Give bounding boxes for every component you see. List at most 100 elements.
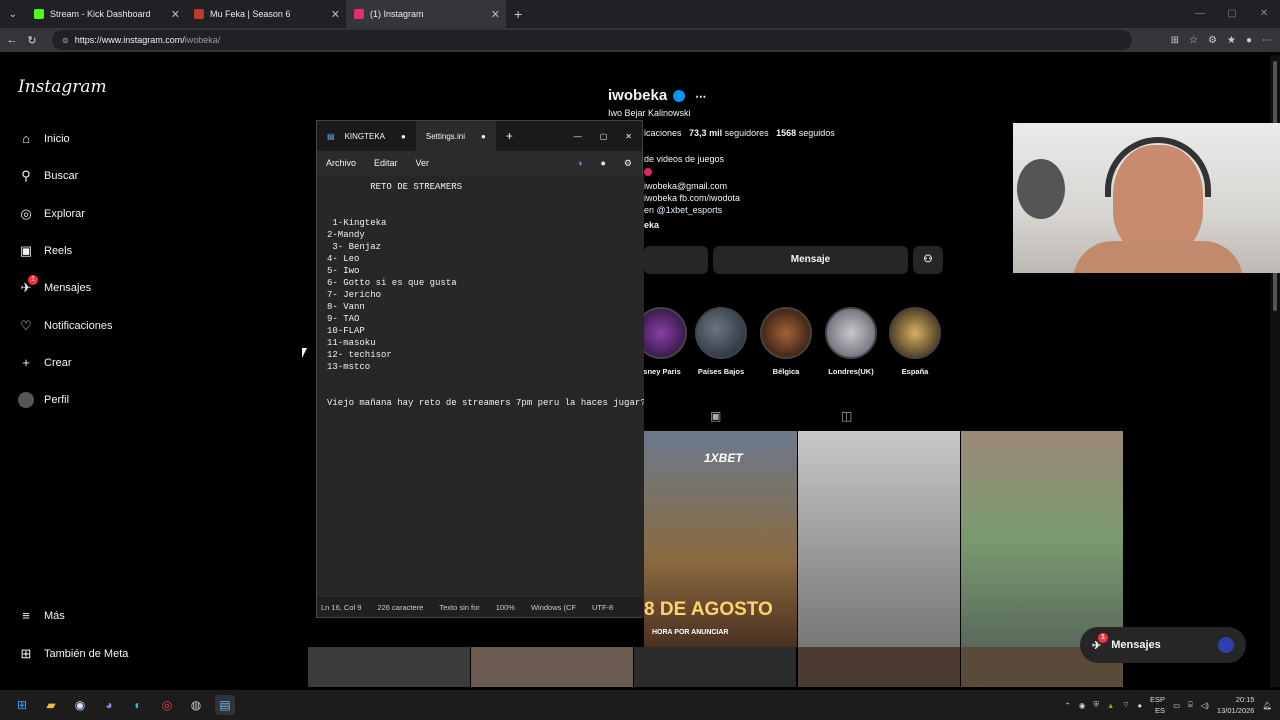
notepad-minimize-icon[interactable]: — [574,132,582,141]
highlight-belgica[interactable]: Bélgica [759,307,813,376]
nav-crear[interactable]: + Crear [18,355,71,371]
follow-button[interactable] [644,246,708,274]
post-costumes[interactable] [961,431,1123,647]
nav-mas[interactable]: ≡ Más [18,608,65,624]
app-icon[interactable]: ⊞ [1171,35,1179,46]
heart-icon: ♡ [20,318,32,333]
new-tab-icon[interactable]: + [514,6,522,22]
messages-floating-button[interactable]: ✈ 1 Mensajes [1080,627,1246,663]
notepad-taskbar-icon[interactable]: ▤ [215,695,235,715]
following-count[interactable]: 1568 [776,128,796,138]
notepad-tab-settings[interactable]: Settings.ini ● [415,121,496,151]
monitor-icon[interactable]: ▭ [1173,701,1180,710]
nav-mensajes[interactable]: ✈ 1 Mensajes [18,275,91,296]
favorites-icon[interactable]: ★ [1227,35,1236,46]
tray-mic-icon[interactable]: ● [1138,701,1143,710]
status-line-endings[interactable]: Windows (CF [531,603,576,612]
clock[interactable]: 20:15 13/01/2026 [1217,694,1255,716]
instagram-logo[interactable]: Instagram [18,77,107,97]
tab-instagram[interactable]: (1) Instagram ✕ [346,0,506,28]
followers-count[interactable]: 73,3 mil [689,128,722,138]
menu-archivo[interactable]: Archivo [326,158,356,168]
highlight-londres[interactable]: Londres(UK) [824,307,878,376]
file-explorer-icon[interactable]: ▰ [41,695,61,715]
edge-icon[interactable]: ◐ [128,695,148,715]
post-boxing-poster[interactable]: 1XBET 8 DE AGOSTO HORA POR ANUNCIAR [644,431,797,647]
tab-mu-feka[interactable]: Mu Feka | Season 6 ✕ [186,0,346,28]
menu-dots-icon[interactable]: ⋯ [1262,35,1272,46]
tray-app-icon[interactable]: ◉ [1079,701,1086,710]
tray-overflow-icon[interactable]: ⌃ [1065,701,1071,710]
windows-start-icon[interactable]: ⊞ [12,695,32,715]
tab-kick-dashboard[interactable]: Stream - Kick Dashboard ✕ [26,0,186,28]
nav-meta[interactable]: ⊞ También de Meta [18,646,129,662]
tab-list-chevron-icon[interactable]: ⌄ [0,9,26,20]
suggest-person-icon[interactable]: ⚇ [913,246,943,274]
tray-shield-icon[interactable]: ⛨ [1093,700,1099,710]
posts-count-partial[interactable]: icaciones [644,128,682,138]
url-field[interactable]: ⊜ https://www.instagram.com/iwobeka/ [52,30,1132,50]
extension-icon[interactable]: ⚙ [1208,35,1217,46]
volume-icon[interactable]: ◁) [1201,701,1209,710]
notifications-bell-icon[interactable]: 🔔︎ [1262,701,1272,710]
profile-fullname: Iwo Bejar Kalinowski [608,108,691,118]
nav-perfil[interactable]: Perfil [18,392,69,408]
notepad-close-icon[interactable]: ✕ [625,132,632,141]
reload-icon[interactable]: ↻ [24,34,40,47]
bookmark-star-icon[interactable]: ☆ [1189,35,1198,46]
url-path: iwobeka/ [184,35,221,45]
copilot-icon[interactable]: ◑ [577,158,582,168]
discord-icon[interactable]: ◕ [99,695,119,715]
nav-explorar[interactable]: ◎ Explorar [18,206,85,222]
close-window-icon[interactable]: ✕ [1248,0,1280,28]
language-indicator[interactable]: ESP ES [1150,694,1165,716]
lang-primary: ESP [1150,695,1166,704]
menu-editar[interactable]: Editar [374,158,398,168]
site-info-icon[interactable]: ⊜ [62,36,69,45]
tray-wifi-icon[interactable]: ⌔ [1122,700,1129,710]
browser-tab-strip: ⌄ Stream - Kick Dashboard ✕ Mu Feka | Se… [0,0,1280,28]
network-icon[interactable]: ⌸ [1188,700,1193,710]
profile-avatar-icon[interactable]: ● [1246,35,1252,46]
highlight-paises-bajos[interactable]: Países Bajos [694,307,748,376]
back-icon[interactable]: ← [4,34,20,46]
notepad-menu-bar: Archivo Editar Ver ◑ ● ⚙ [317,151,642,175]
reels-tab-icon[interactable]: ▣ [710,409,721,423]
status-encoding[interactable]: UTF-8 [592,603,613,612]
notepad-tab-kingteka[interactable]: KINGTEKA ● [335,121,416,151]
post-row-thumb[interactable] [308,647,470,687]
notepad-editor[interactable]: RETO DE STREAMERS 1-Kingteka 2-Mandy 3- … [317,175,644,599]
bio-email[interactable]: iwobeka@gmail.com [644,181,727,191]
post-row-thumb[interactable] [634,647,796,687]
maximize-icon[interactable]: ▢ [1216,0,1248,28]
status-format: Texto sin for [439,602,480,612]
post-row-thumb[interactable] [471,647,633,687]
post-boxing-training[interactable] [798,431,960,647]
menu-ver[interactable]: Ver [416,158,430,168]
settings-gear-icon[interactable]: ⚙ [624,158,632,169]
highlight-espana[interactable]: España [888,307,942,376]
status-zoom[interactable]: 100% [496,603,515,612]
options-dots-icon[interactable]: ⋯ [695,91,706,103]
post-row-thumb[interactable] [798,647,960,687]
fan [1017,159,1065,219]
nav-reels[interactable]: ▣ Reels [18,243,72,259]
message-button[interactable]: Mensaje [713,246,908,274]
close-tab-icon[interactable]: ✕ [491,8,500,21]
tray-nvidia-icon[interactable]: ▲ [1107,701,1114,710]
tagged-tab-icon[interactable]: ◫ [841,409,852,423]
close-tab-icon[interactable]: ✕ [171,8,180,21]
close-tab-icon[interactable]: ✕ [331,8,340,21]
steam-icon[interactable]: ◉ [70,695,90,715]
nav-buscar[interactable]: ⚲ Buscar [18,168,78,184]
notepad-new-tab-icon[interactable]: + [506,129,513,143]
account-icon[interactable]: ● [600,158,605,168]
chrome-icon[interactable]: ◍ [186,695,206,715]
bio-link[interactable]: iwobeka fb.com/iwodota [644,193,740,203]
obs-icon[interactable]: ◎ [157,695,177,715]
nav-notificaciones[interactable]: ♡ Notificaciones [18,318,112,334]
bio-sponsor[interactable]: en @1xbet_esports [644,205,722,215]
minimize-icon[interactable]: — [1184,0,1216,28]
nav-inicio[interactable]: ⌂ Inicio [18,131,70,147]
notepad-maximize-icon[interactable]: ▢ [600,132,608,141]
